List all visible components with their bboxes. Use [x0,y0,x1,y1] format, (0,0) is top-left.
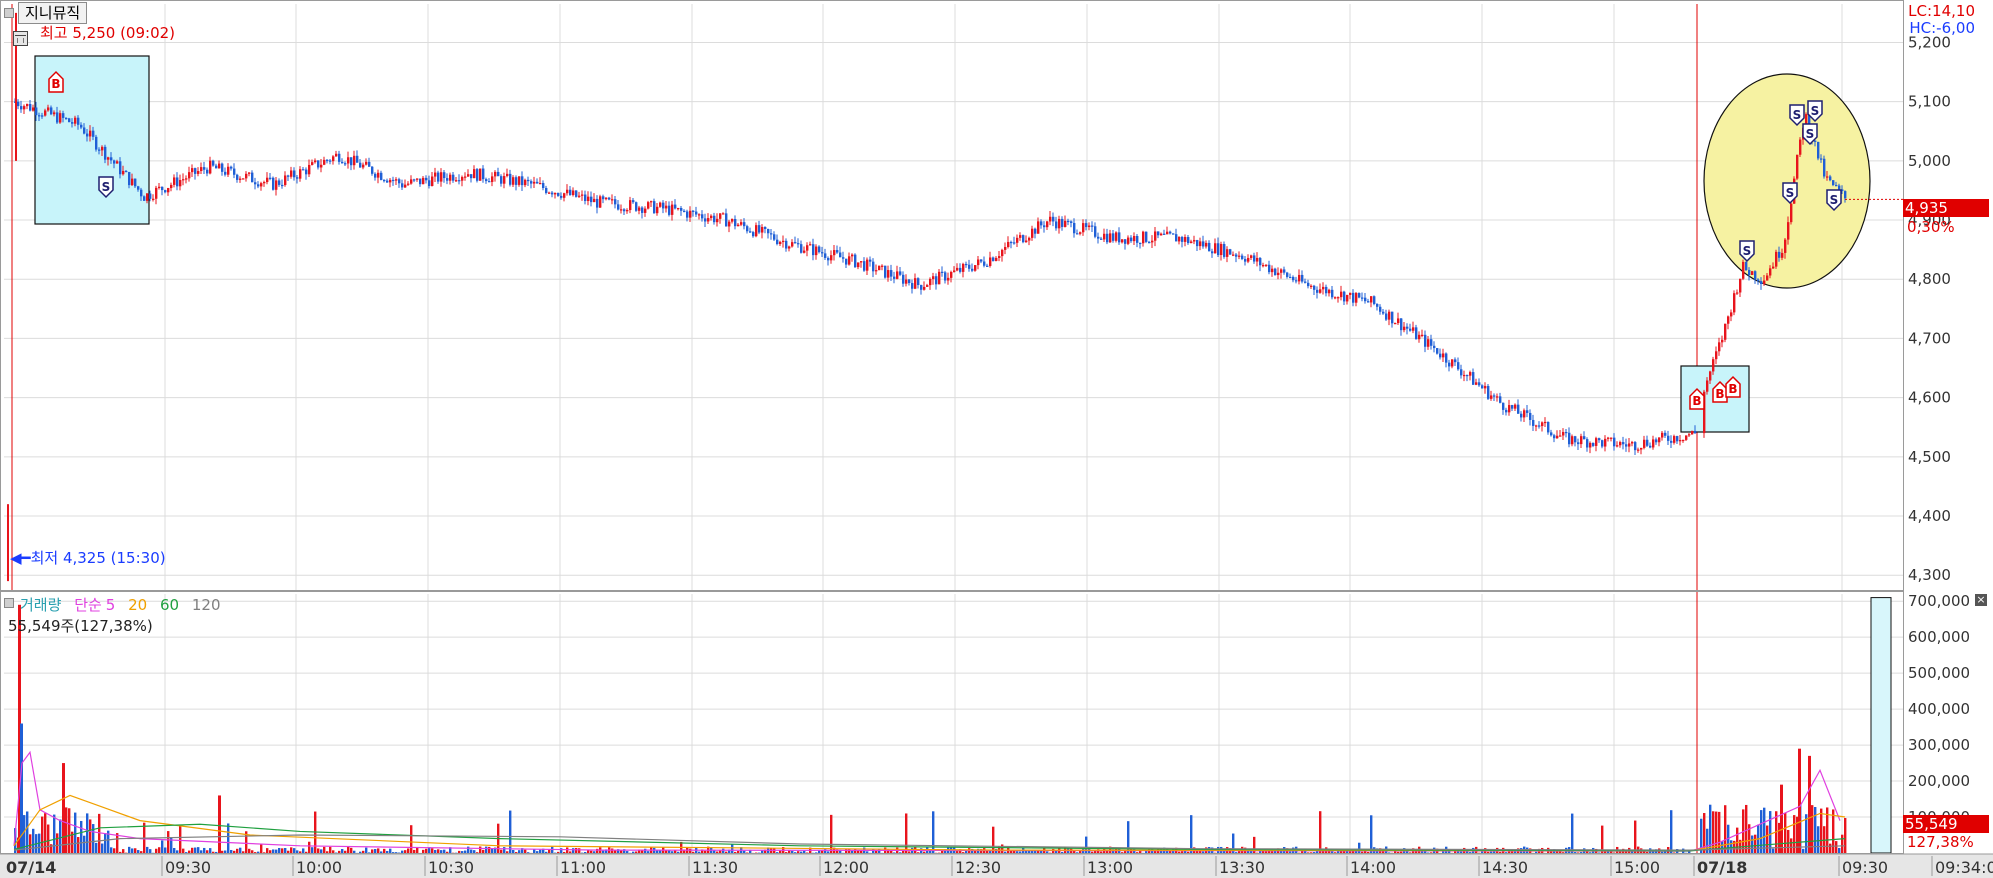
legend-ma20: 20 [128,596,148,614]
low-label: ◀━최저 4,325 (15:30) [10,549,166,567]
volume-summary: 55,549주(127,38%) [8,617,153,635]
price-pane-border [0,0,1904,591]
price-axis-tick: 5,100 [1908,93,1951,111]
x-axis-label: 07/18 [1697,858,1747,877]
volume-axis-tick: 700,000 [1908,592,1970,610]
x-axis-label: 13:00 [1087,858,1133,877]
volume-axis-tick: 300,000 [1908,736,1970,754]
legend-ma60: 60 [160,596,180,614]
volume-axis-tick: 400,000 [1908,700,1970,718]
high-label: 최고 5,250 (09:02) [40,24,176,42]
price-axis-tick: 4,800 [1908,270,1951,288]
x-axis-label: 11:00 [560,858,606,877]
chart-root: 5,200 5,100 5,000 4,900 4,800 4,700 4,600 4,500… [0,0,1993,878]
price-axis-tick: 4,400 [1908,507,1951,525]
x-axis-label: 15:00 [1614,858,1660,877]
volume-legend: 거래량 단순 5 20 60 120 [20,594,229,615]
legend-ma5: 5 [105,596,116,614]
volume-pane-border [0,591,1904,854]
x-axis-label: 09:30 [165,858,211,877]
legend-ma120: 120 [191,596,221,614]
x-axis-label: 10:00 [296,858,342,877]
x-axis-label: 12:30 [955,858,1001,877]
current-change: 0,30% [1907,218,1955,236]
x-axis-label: 13:30 [1219,858,1265,877]
stock-name: 지니뮤직 [18,2,88,24]
volume-axis-tick: 200,000 [1908,772,1970,790]
current-volume-tag: 55,549 [1903,815,1989,833]
x-axis-label: 09:34:00 [1935,858,1993,877]
price-axis-tick: 4,600 [1908,389,1951,407]
legend-volume: 거래량 [20,596,62,614]
x-axis-label: 12:00 [823,858,869,877]
calendar-icon[interactable] [13,31,28,46]
price-axis-tick: 4,700 [1908,329,1951,347]
volume-axis-tick: 500,000 [1908,664,1970,682]
price-axis-tick: 4,500 [1908,448,1951,466]
hc-value: HC:-6,00 [1909,19,1975,37]
x-axis-label: 14:00 [1350,858,1396,877]
close-icon[interactable]: × [1975,594,1987,606]
left-arrow-icon: ◀━ [10,549,31,567]
price-pane-toggle-icon[interactable] [4,8,14,18]
price-axis-tick: 5,000 [1908,152,1951,170]
x-axis-label: 07/14 [6,858,56,877]
current-volume-ratio: 127,38% [1907,833,1974,851]
legend-ma-label: 단순 [74,596,102,614]
current-price-tag: 4,935 [1903,199,1989,217]
x-axis-label: 09:30 [1842,858,1888,877]
volume-axis-tick: 600,000 [1908,628,1970,646]
volume-pane-toggle-icon[interactable] [4,598,14,608]
x-axis-label: 14:30 [1482,858,1528,877]
price-axis-tick: 4,300 [1908,566,1951,584]
x-axis-label: 11:30 [692,858,738,877]
x-axis-label: 10:30 [428,858,474,877]
lc-value: LC:14,10 [1908,2,1975,20]
